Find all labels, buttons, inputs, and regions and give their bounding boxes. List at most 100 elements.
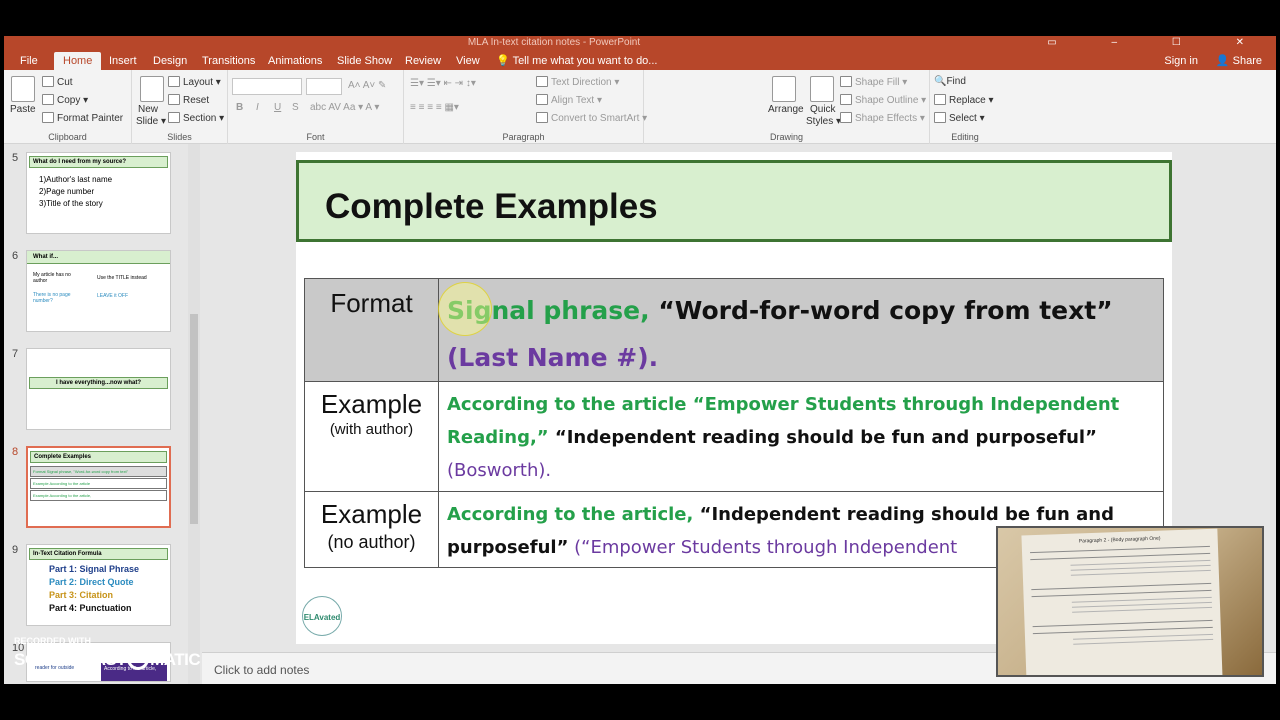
new-slide-icon[interactable] — [140, 76, 164, 102]
thumb-side-text: LEAVE it OFF — [97, 293, 129, 299]
record-icon — [127, 648, 150, 670]
row-sublabel: (no author) — [327, 532, 416, 552]
tab-review[interactable]: Review — [405, 52, 441, 70]
align-text-button[interactable]: Align Text ▾ — [536, 94, 602, 106]
font-extras[interactable]: abc AV Aa ▾ A ▾ — [310, 102, 379, 113]
row-label-example-author: Example (with author) — [304, 381, 439, 492]
cut-label: Cut — [57, 77, 73, 88]
tab-insert[interactable]: Insert — [109, 52, 137, 70]
shape-outline-button[interactable]: Shape Outline ▾ — [840, 94, 926, 106]
italic-button[interactable]: I — [256, 102, 259, 113]
thumb-side-text: Use the TITLE instead — [97, 275, 147, 281]
shape-effects-label: Shape Effects — [855, 113, 918, 124]
paste-icon[interactable] — [11, 76, 35, 102]
quick-styles-button[interactable]: Quick — [810, 104, 836, 115]
find-button[interactable]: 🔍Find — [934, 76, 966, 87]
tab-home[interactable]: Home — [54, 52, 102, 70]
thumbnail-scroll-thumb[interactable] — [190, 314, 198, 524]
shape-outline-label: Shape Outline — [855, 95, 919, 106]
tab-animations[interactable]: Animations — [268, 52, 322, 70]
quote-text: “Independent reading should be fun and p… — [548, 427, 1097, 448]
tab-view[interactable]: View — [456, 52, 480, 70]
format-painter-button[interactable]: Format Painter — [42, 112, 123, 124]
font-group: A˄ A˅ ✎ B I U S abc AV Aa ▾ A ▾ Font — [228, 70, 404, 144]
cut-button[interactable]: Cut — [42, 76, 73, 88]
share-label: Share — [1232, 55, 1262, 67]
convert-smartart-button[interactable]: Convert to SmartArt ▾ — [536, 112, 647, 124]
paste-button[interactable]: Paste — [10, 104, 36, 115]
thumbnail-slide-7[interactable]: I have everything...now what? — [26, 348, 171, 430]
section-button[interactable]: Section ▾ — [168, 112, 224, 124]
share-button[interactable]: 👤 Share — [1216, 52, 1262, 70]
tab-slide-show[interactable]: Slide Show — [337, 52, 392, 70]
arrange-button[interactable]: Arrange — [768, 104, 804, 115]
layout-button[interactable]: Layout ▾ — [168, 76, 221, 88]
quick-styles-icon[interactable] — [810, 76, 834, 102]
quick-styles-button-2[interactable]: Styles ▾ — [806, 116, 841, 127]
table-row: Format Signal phrase, “Word-for-word cop… — [304, 278, 1164, 382]
sign-in-link[interactable]: Sign in — [1164, 52, 1198, 70]
new-slide-label-2[interactable]: Slide ▾ — [136, 116, 166, 127]
new-slide-label[interactable]: New — [138, 104, 158, 115]
shape-effects-button[interactable]: Shape Effects ▾ — [840, 112, 925, 124]
replace-button[interactable]: Replace ▾ — [934, 94, 994, 106]
thumb-line: Part 3: Citation — [49, 590, 114, 600]
bullets-buttons[interactable]: ☰▾ ☰▾ ⇤ ⇥ ↕▾ — [410, 78, 476, 89]
worksheet-heading: Paragraph 2 - (Body paragraph One) — [1078, 535, 1161, 545]
reset-button[interactable]: Reset — [168, 94, 209, 106]
quick-styles-label-2: Styles — [806, 116, 834, 127]
tell-me-box[interactable]: 💡 Tell me what you want to do... — [496, 52, 657, 70]
citation-table[interactable]: Format Signal phrase, “Word-for-word cop… — [304, 278, 1164, 568]
font-size-input[interactable] — [306, 78, 342, 95]
fill-icon — [840, 76, 852, 87]
thumbnail-slide-9[interactable]: In-Text Citation Formula Part 1: Signal … — [26, 544, 171, 626]
arrange-icon[interactable] — [772, 76, 796, 102]
tell-me-label: Tell me what you want to do... — [512, 55, 658, 67]
thumb-line: 1)Author's last name — [39, 175, 113, 184]
bold-button[interactable]: B — [236, 102, 243, 113]
example-author-cell: According to the article “Empower Studen… — [438, 381, 1164, 492]
cursor-highlight — [438, 282, 492, 336]
tab-file[interactable]: File — [20, 52, 38, 70]
thumbnail-slide-8-selected[interactable]: Complete Examples Format Signal phrase, … — [26, 446, 171, 528]
window-controls[interactable]: ▭ – ☐ ✕ — [1047, 36, 1270, 50]
text-direction-button[interactable]: Text Direction ▾ — [536, 76, 619, 88]
webcam-overlay: Paragraph 2 - (Body paragraph One) — [996, 526, 1264, 677]
drawing-group: ▭╲╲▭○□△ㄱㄴ⇨⇩◇△⌒∿{}☆ Arrange Quick Styles … — [644, 70, 930, 144]
thumb-line: Part 4: Punctuation — [49, 603, 132, 613]
title-bar: MLA In-text citation notes - PowerPoint … — [4, 36, 1276, 50]
grow-shrink-font[interactable]: A˄ A˅ ✎ — [348, 80, 386, 91]
find-label: Find — [946, 76, 966, 87]
thumbnail-slide-5[interactable]: What do I need from my source? 1)Author'… — [26, 152, 171, 234]
reset-icon — [168, 94, 180, 105]
thumb-line: Part 1: Signal Phrase — [49, 564, 140, 574]
thumb-line: Example According to the article — [30, 478, 167, 489]
thumb-line: 3)Title of the story — [39, 199, 103, 208]
underline-button[interactable]: U — [274, 102, 281, 113]
clipboard-label: Clipboard — [48, 132, 87, 142]
select-button[interactable]: Select ▾ — [934, 112, 985, 124]
lightbulb-icon: 💡 — [496, 55, 510, 67]
slide-scrollbar[interactable] — [1264, 144, 1276, 652]
notes-placeholder: Click to add notes — [214, 663, 310, 677]
text-direction-icon — [536, 76, 548, 87]
shape-fill-button[interactable]: Shape Fill ▾ — [840, 76, 907, 88]
signal-phrase-text: According to the article, — [447, 504, 694, 525]
tab-design[interactable]: Design — [153, 52, 187, 70]
row-sublabel: (with author) — [329, 421, 414, 438]
person-icon: 👤 — [1215, 55, 1230, 67]
thumb-heading: Complete Examples — [30, 451, 167, 463]
thumbnail-slide-6[interactable]: What if... My article has no author Ther… — [26, 250, 171, 332]
slide-title-box[interactable]: Complete Examples — [296, 160, 1172, 242]
row-label: Example — [320, 389, 423, 419]
copy-button[interactable]: Copy ▾ — [42, 94, 88, 106]
thumb-heading: In-Text Citation Formula — [29, 548, 168, 560]
editing-label: Editing — [951, 132, 979, 142]
thumb-line: 2)Page number — [39, 187, 95, 196]
font-name-input[interactable] — [232, 78, 302, 95]
alignment-buttons[interactable]: ≡ ≡ ≡ ≡ ▦▾ — [410, 102, 459, 113]
convert-smartart-label: Convert to SmartArt — [551, 113, 640, 124]
tab-transitions[interactable]: Transitions — [202, 52, 255, 70]
shadow-button[interactable]: S — [292, 102, 299, 113]
row-label-format: Format — [304, 278, 439, 382]
